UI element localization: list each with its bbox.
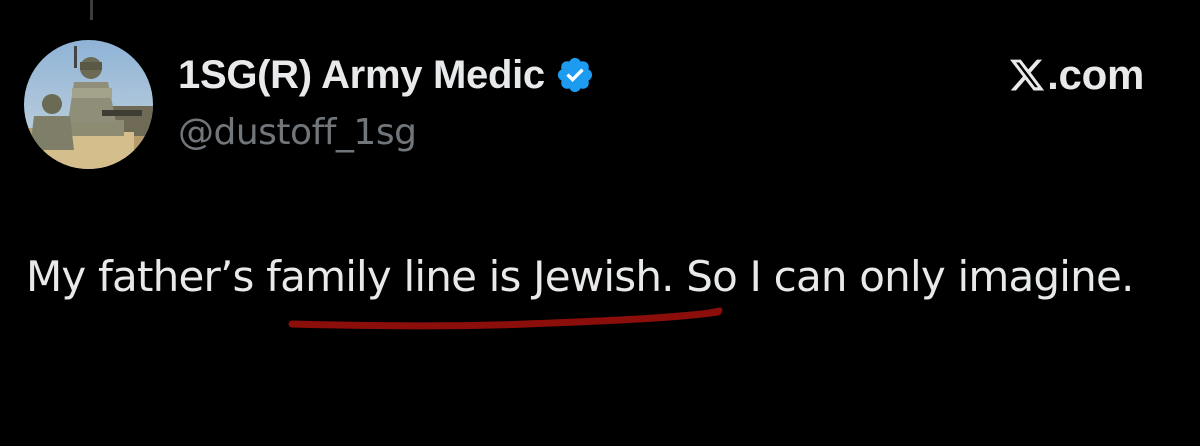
verified-badge-icon[interactable] bbox=[555, 55, 595, 95]
post-text-before: My father’s bbox=[26, 252, 267, 301]
x-logo-icon bbox=[1008, 56, 1046, 94]
post-text: My father’s family line is Jewish. So I … bbox=[26, 246, 1156, 308]
display-name-row: 1SG(R) Army Medic bbox=[178, 50, 595, 100]
display-name[interactable]: 1SG(R) Army Medic bbox=[178, 53, 545, 98]
post-text-after: . So I can only imagine. bbox=[661, 252, 1134, 301]
user-handle[interactable]: @dustoff_1sg bbox=[178, 112, 595, 153]
post-text-highlighted: family line is Jewish bbox=[266, 252, 662, 301]
brand-domain: .com bbox=[1047, 51, 1144, 98]
thread-connector-line bbox=[90, 0, 93, 20]
brand-watermark: .com bbox=[1008, 50, 1144, 100]
avatar-image bbox=[24, 40, 153, 169]
avatar[interactable] bbox=[24, 40, 153, 169]
user-info: 1SG(R) Army Medic @dustoff_1sg bbox=[178, 50, 595, 153]
red-underline-annotation bbox=[288, 307, 723, 330]
